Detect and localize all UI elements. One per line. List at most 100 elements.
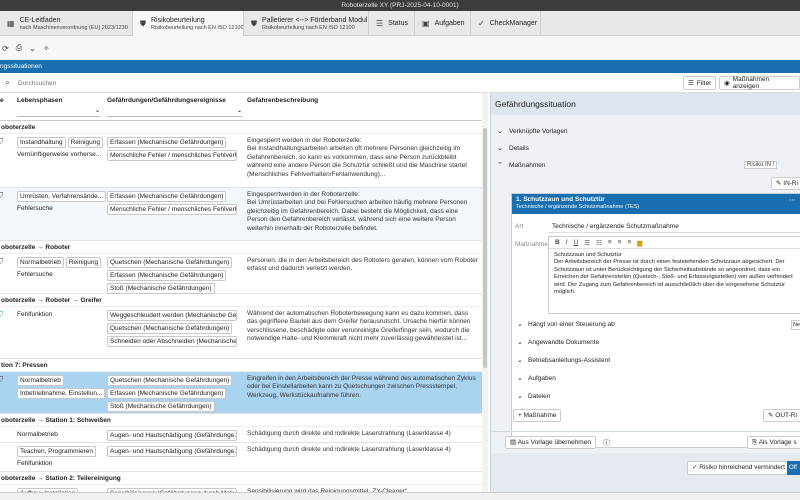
- filter-lebensphasen-dropdown[interactable]: ⌄: [17, 107, 100, 117]
- filter-label: Filter: [696, 79, 712, 87]
- group-header[interactable]: oboterzelle: [0, 121, 482, 134]
- table-row[interactable]: Aufbau, InstallationSensibilisierung (Ge…: [0, 485, 482, 492]
- status-bar: [0, 492, 800, 500]
- underline-icon[interactable]: U: [574, 239, 579, 246]
- in-risk-label: IN-Ri: [783, 180, 799, 187]
- out-risk-button[interactable]: ✎ OUT-Ri: [763, 409, 800, 422]
- accordion-aufgaben[interactable]: ⌄ Aufgaben: [512, 370, 800, 388]
- hazard-chip: Quetschen (Mechanische Gefährdungen): [107, 323, 233, 334]
- info-icon[interactable]: ⓘ: [603, 438, 610, 448]
- description-cell: Eingesperrt werden in der Roboterzelle: …: [247, 137, 468, 178]
- tab-risikobeurteilung[interactable]: ⛊ Risikobeurteilung Risikobeurteilung nac…: [133, 11, 244, 36]
- accordion-dokumente[interactable]: ⌄ Angewandte Dokumente: [512, 334, 800, 352]
- filter-gefaehrdungen-dropdown[interactable]: ⌄: [107, 107, 242, 117]
- tab-title: CE-Leitfaden: [19, 16, 61, 24]
- wand-icon[interactable]: ✧: [43, 44, 50, 53]
- art-value[interactable]: Technische / ergänzende Schutzmaßnahme: [552, 223, 679, 230]
- phase-chip: Inbetriebnahme, Einstellun...: [17, 388, 106, 399]
- tab-subtitle: nach Maschinenverordnung (EU) 2023/1230: [19, 24, 128, 31]
- bullet-list-icon[interactable]: ☰: [584, 239, 590, 247]
- hazard-chip: Stoß (Mechanische Gefährdungen): [107, 283, 215, 294]
- hazard-chip: Quetschen (Mechanische Gefährdungen): [107, 375, 233, 386]
- filter-button[interactable]: ☰ Filter: [683, 76, 717, 90]
- off-toggle[interactable]: Off: [787, 461, 800, 475]
- risk-reduced-label: Risiko hinreichend vermindert: [699, 464, 785, 471]
- table-row[interactable]: ⛉ NormalbetriebReinigung Fehlersuche Quetsc…: [0, 254, 482, 294]
- tab-checkmanager[interactable]: ✓ CheckManager: [471, 11, 541, 36]
- tab-status[interactable]: ☰ Status: [369, 11, 415, 36]
- phase-text: Fehlersuche: [17, 205, 53, 212]
- chevron-down-icon: ⌄: [236, 108, 242, 114]
- italic-icon[interactable]: I: [566, 239, 568, 246]
- table-row[interactable]: ⛉ Normalbetrieb Inbetriebnahme, Einstellun…: [0, 372, 482, 414]
- tab-title: Status: [388, 20, 409, 27]
- accordion-steuerung[interactable]: ⌄ Hängt von einer Steuerung ab Ne: [512, 316, 800, 334]
- phase-chip: Reinigung: [67, 137, 103, 148]
- col-header-e: e: [0, 97, 4, 104]
- as-template-button[interactable]: ⎘ Als Vorlage s: [747, 436, 800, 449]
- show-measures-button[interactable]: ◉ Maßnahmen anzeigen: [719, 76, 800, 90]
- as-template-label: Als Vorlage s: [758, 439, 797, 446]
- shield-icon: ⛉: [0, 257, 3, 267]
- hazard-chip: Erfassen (Mechanische Gefährdungen): [107, 388, 227, 399]
- phases-cell: Teachen, Programmieren Fehlfunktion: [17, 446, 105, 470]
- show-measures-label: Maßnahmen anzeigen: [732, 76, 770, 90]
- accordion-assistent[interactable]: ⌄ Betriebsanleitungs-Assistent: [512, 352, 800, 370]
- table-scrollbar[interactable]: [482, 93, 488, 492]
- group-header[interactable]: oboterzelle → Station 1: Schweißen: [0, 414, 482, 427]
- apply-template-button[interactable]: ▤ Aus Vorlage übernehmen: [505, 436, 596, 449]
- phase-chip: Reinigung: [65, 257, 102, 268]
- measure-editor[interactable]: BIU ☰ ☷ ≡ ≡ ≡ ▆ Schutzzaun und Schutztür De…: [548, 236, 800, 314]
- bold-icon[interactable]: B: [555, 239, 560, 246]
- accordion-label: Dateien: [528, 393, 551, 400]
- table-header: e Lebensphasen Gefährdungen/Gefährdungse…: [0, 93, 488, 121]
- phase-text: Normalbetrieb: [17, 431, 58, 438]
- phase-text: Fehlfunktion: [17, 311, 53, 318]
- table-row[interactable]: ⛉ InstandhaltungReinigung Vernünftigerweis…: [0, 134, 482, 188]
- table-row[interactable]: ⛉ Umrüsten, Verfahrensände... Fehlersuche E…: [0, 188, 482, 241]
- table-row[interactable]: Normalbetrieb Augen- und Hautschädigung (…: [0, 427, 482, 443]
- measure-text: Schutzzaun und Schutztür Der Arbeitsbere…: [549, 249, 800, 299]
- tab-palletierer[interactable]: ⛊ Palletierer <--> Förderband Modul Risik…: [244, 11, 369, 36]
- hazard-chip: Weggeschleudert werden (Mechanische Gef.…: [107, 310, 237, 321]
- chevron-down-icon: ⌄: [497, 128, 503, 135]
- align-right-icon[interactable]: ≡: [627, 239, 631, 246]
- in-risk-button[interactable]: ✎ IN-Ri: [771, 177, 800, 190]
- highlight-icon[interactable]: ▆: [637, 239, 642, 247]
- align-center-icon[interactable]: ≡: [618, 239, 622, 246]
- phases-cell: Umrüsten, Verfahrensände... Fehlersuche: [17, 191, 107, 215]
- chevron-down-icon: ⌄: [517, 321, 523, 328]
- print-icon[interactable]: ⎙: [16, 43, 22, 53]
- tab-title: Palletierer <--> Förderband Modul: [262, 16, 368, 24]
- col-header-lebensphasen: Lebensphasen: [17, 97, 63, 104]
- accordion-verknuepfte-vorlagen[interactable]: ⌄ Verknüpfte Vorlagen: [491, 123, 800, 140]
- tab-aufgaben[interactable]: ▣ Aufgaben: [415, 11, 471, 36]
- accordion-dateien[interactable]: ⌄ Dateien: [512, 388, 800, 406]
- shield-icon: ⛉: [0, 310, 3, 320]
- accordion-details[interactable]: ⌄ Details: [491, 140, 800, 157]
- align-left-icon[interactable]: ≡: [608, 239, 612, 246]
- shield-icon: ⛊: [251, 18, 257, 28]
- table-row[interactable]: Teachen, Programmieren Fehlfunktion Augen-…: [0, 443, 482, 472]
- hazards-cell: Augen- und Hautschädigung (Gefährdunge..…: [107, 446, 242, 459]
- task-icon: ▣: [422, 19, 430, 28]
- hazard-chip: Menschliche Fehler / menschliches Fehlve…: [107, 204, 237, 215]
- more-icon[interactable]: ⋯: [789, 196, 796, 204]
- col-header-gefaehrdungen: Gefährdungen/Gefährdungsereignisse: [107, 97, 226, 104]
- search-icon: ⌕: [5, 77, 11, 87]
- search-input[interactable]: [18, 76, 658, 90]
- risk-reduced-checkbox[interactable]: ✓ Risiko hinreichend vermindert: [687, 461, 790, 475]
- shield-icon: ⛉: [0, 375, 3, 385]
- refresh-icon[interactable]: ⟳: [2, 44, 9, 53]
- group-header[interactable]: oboterzelle → Station 2: Teilereinigung: [0, 472, 482, 485]
- table-row[interactable]: ⛉ Fehlfunktion Weggeschleudert werden (Mec…: [0, 307, 482, 359]
- add-measure-button[interactable]: + Maßnahme: [513, 409, 562, 422]
- numbered-list-icon[interactable]: ☷: [596, 239, 602, 247]
- group-header[interactable]: oboterzelle → Roboter: [0, 241, 482, 254]
- tab-ce-leitfaden[interactable]: ▦ CE-Leitfaden nach Maschinenverordnung (…: [0, 11, 133, 36]
- tab-subtitle: Risikobeurteilung nach EN ISO 12100: [262, 24, 355, 31]
- group-header[interactable]: tion 7: Pressen: [0, 359, 482, 372]
- chevron-down-icon[interactable]: ⌄: [29, 44, 36, 53]
- scrollbar-thumb[interactable]: [483, 128, 487, 368]
- filter-icon: ☰: [688, 80, 694, 87]
